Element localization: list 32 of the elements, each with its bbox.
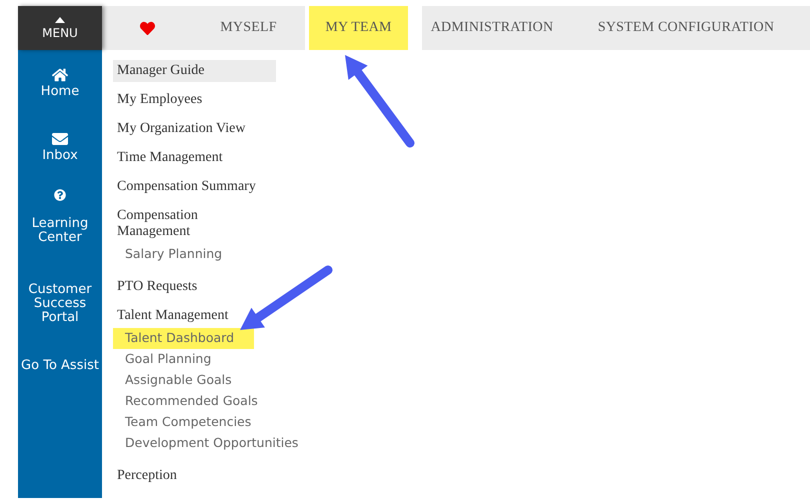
menu-item[interactable]: Manager Guide xyxy=(113,60,276,82)
submenu-item[interactable]: Goal Planning xyxy=(113,349,232,370)
nav-tab[interactable]: SYSTEM CONFIGURATION xyxy=(562,6,810,50)
home-icon xyxy=(52,67,68,83)
nav-tab[interactable]: MY TEAM xyxy=(309,6,408,50)
sidebar-item[interactable]: Customer Success Portal xyxy=(18,283,102,359)
menu-item[interactable]: Perception xyxy=(113,465,276,487)
submenu-item[interactable]: Talent Dashboard xyxy=(113,328,254,349)
help-icon xyxy=(54,189,66,201)
menu-item[interactable]: Talent Management xyxy=(113,305,276,327)
favorites-tab[interactable] xyxy=(102,6,192,50)
mail-icon xyxy=(52,131,68,147)
nav-tab[interactable]: MYSELF xyxy=(192,6,305,50)
sidebar-item[interactable]: Go To Assist xyxy=(18,359,102,399)
caret-icon xyxy=(55,16,65,22)
submenu-item[interactable]: Recommended Goals xyxy=(113,391,278,412)
sidebar-item[interactable]: Inbox xyxy=(18,131,102,189)
nav-tab[interactable]: ADMINISTRATION xyxy=(422,6,562,50)
menu-item[interactable]: Compensation Summary xyxy=(113,176,276,198)
menu-item[interactable]: Time Management xyxy=(113,147,276,169)
menu-button[interactable]: MENU xyxy=(18,6,102,50)
heart-icon xyxy=(140,20,154,36)
menu-item[interactable]: PTO Requests xyxy=(113,276,276,298)
submenu-item[interactable]: Team Competencies xyxy=(113,412,272,433)
submenu-item[interactable]: Assignable Goals xyxy=(113,370,252,391)
submenu-item[interactable]: Salary Planning xyxy=(113,244,242,265)
menu-item[interactable]: My Employees xyxy=(113,89,276,111)
sidebar-item[interactable]: Home xyxy=(18,67,102,131)
submenu-item[interactable]: Development Opportunities xyxy=(113,433,318,454)
menu-item[interactable]: My Organization View xyxy=(113,118,276,140)
sidebar-item[interactable]: Learning Center xyxy=(18,189,102,283)
menu-item[interactable]: Compensation Management xyxy=(113,205,276,243)
